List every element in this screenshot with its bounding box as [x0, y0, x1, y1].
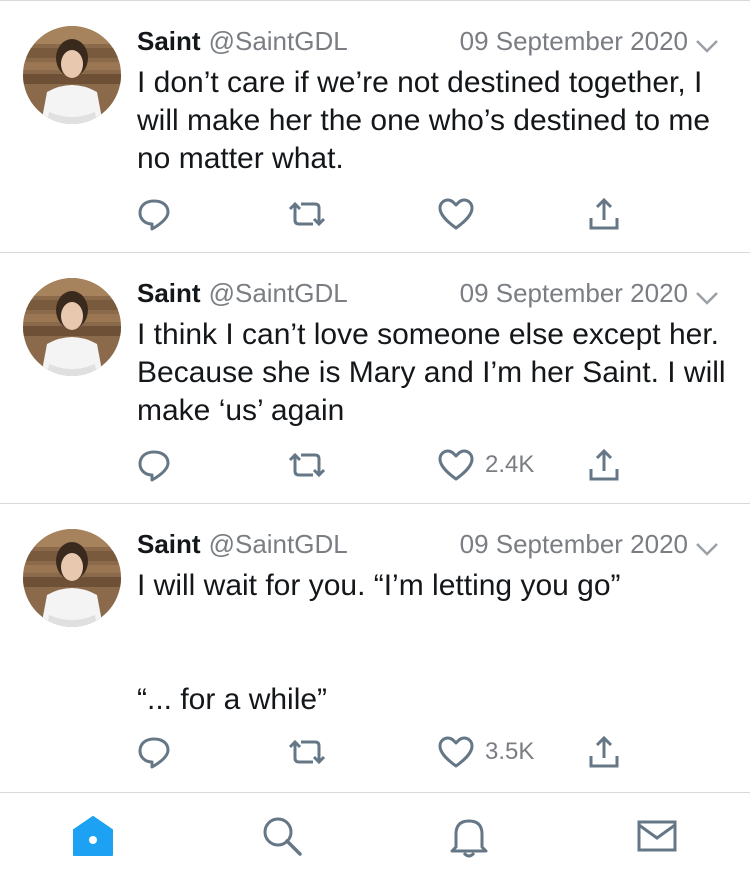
reply-button[interactable] — [136, 194, 172, 234]
reply-icon — [138, 450, 170, 482]
like-count: 2.4K — [485, 451, 535, 478]
share-button[interactable] — [587, 732, 621, 772]
retweet-icon — [288, 201, 326, 227]
tab-search[interactable] — [257, 811, 307, 861]
tab-notifications[interactable] — [444, 811, 494, 861]
username[interactable]: @SaintGDL — [209, 278, 348, 308]
heart-icon — [438, 736, 474, 768]
display-name[interactable]: Saint — [137, 26, 201, 56]
tweet-text: I think I can’t love someone else except… — [137, 318, 734, 427]
like-count: 3.5K — [485, 738, 535, 765]
tweet-actions: 3.5K — [0, 732, 750, 772]
retweet-icon — [288, 452, 326, 478]
username[interactable]: @SaintGDL — [209, 529, 348, 559]
heart-icon — [438, 198, 474, 230]
display-name[interactable]: Saint — [137, 278, 201, 308]
tweet-text: I don’t care if we’re not destined toget… — [137, 66, 719, 175]
notifications-icon — [450, 819, 488, 858]
tweet-header: Saint @SaintGDL 09 September 2020 — [137, 26, 722, 62]
retweet-button[interactable] — [287, 732, 327, 772]
reply-button[interactable] — [136, 445, 172, 485]
avatar[interactable] — [23, 26, 121, 124]
share-button[interactable] — [587, 194, 621, 234]
avatar[interactable] — [23, 278, 121, 376]
tweet-text: I will wait for you. “I’m letting you go… — [137, 569, 621, 716]
tweet-actions: 2.4K — [0, 445, 750, 485]
messages-icon — [637, 820, 677, 852]
reply-icon — [138, 737, 170, 769]
chevron-down-icon[interactable] — [694, 284, 720, 305]
avatar[interactable] — [23, 529, 121, 627]
retweet-icon — [288, 739, 326, 765]
tweet-2[interactable]: Saint @SaintGDL 09 September 2020 I think… — [0, 253, 750, 504]
tweet-date: 09 September 2020 — [459, 278, 688, 308]
reply-icon — [138, 199, 170, 231]
tweet-header: Saint @SaintGDL 09 September 2020 — [137, 278, 722, 314]
reply-button[interactable] — [136, 732, 172, 772]
home-icon — [73, 816, 113, 856]
bottom-tab-bar — [0, 792, 750, 892]
tweet-date: 09 September 2020 — [459, 529, 688, 559]
share-icon — [589, 735, 619, 768]
display-name[interactable]: Saint — [137, 529, 201, 559]
tweet-date: 09 September 2020 — [459, 26, 688, 56]
tab-messages[interactable] — [632, 811, 682, 861]
like-button[interactable]: 3.5K — [437, 732, 534, 772]
share-button[interactable] — [587, 445, 621, 485]
chevron-down-icon[interactable] — [694, 535, 720, 556]
tweet-header: Saint @SaintGDL 09 September 2020 — [137, 529, 722, 565]
like-button[interactable]: 2.4K — [437, 445, 534, 485]
share-icon — [589, 448, 619, 481]
tweet-1[interactable]: Saint @SaintGDL 09 September 2020 I don’t… — [0, 0, 750, 253]
tab-home[interactable] — [68, 811, 118, 861]
username[interactable]: @SaintGDL — [209, 26, 348, 56]
share-icon — [589, 197, 619, 230]
chevron-down-icon[interactable] — [694, 32, 720, 53]
tweet-actions — [0, 194, 750, 234]
retweet-button[interactable] — [287, 194, 327, 234]
retweet-button[interactable] — [287, 445, 327, 485]
heart-icon — [438, 449, 474, 481]
like-button[interactable] — [437, 194, 485, 234]
search-icon — [263, 817, 302, 856]
tweet-3[interactable]: Saint @SaintGDL 09 September 2020 I will … — [0, 504, 750, 792]
